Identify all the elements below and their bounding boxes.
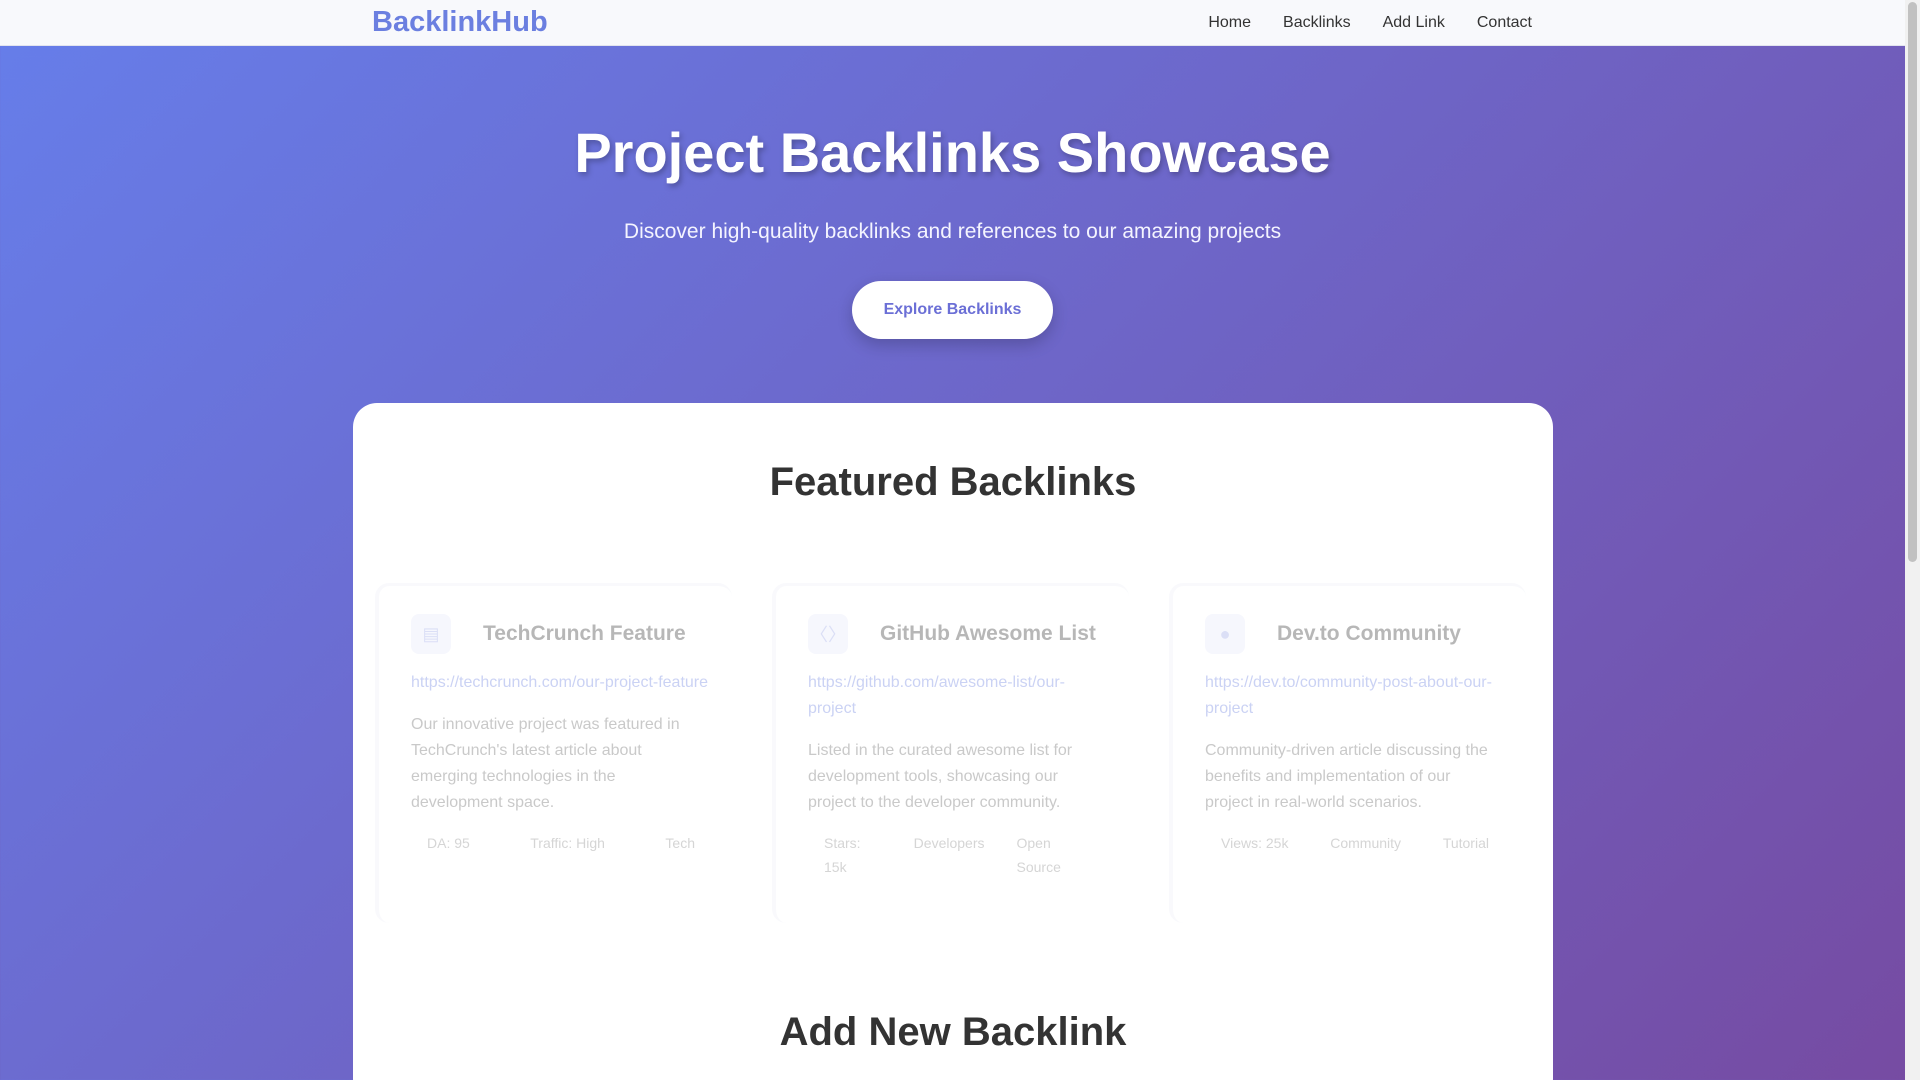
nav-links: Home Backlinks Add Link Contact bbox=[1176, 0, 1532, 46]
nav-link-backlinks[interactable]: Backlinks bbox=[1283, 14, 1351, 32]
card-tag: Tutorial bbox=[1442, 835, 1489, 851]
card-title: GitHub Awesome List bbox=[880, 622, 1096, 645]
card-tag: Stars: 15k bbox=[824, 835, 861, 875]
backlink-card[interactable]: ▤ TechCrunch Feature https://techcrunch.… bbox=[375, 583, 732, 923]
card-tag: Views: 25k bbox=[1221, 835, 1289, 851]
card-tags: Stars: 15k Developers Open Source bbox=[808, 831, 1108, 879]
scrollbar[interactable] bbox=[1905, 0, 1920, 1080]
nav-link-contact[interactable]: Contact bbox=[1477, 14, 1532, 32]
nav-link-add-link[interactable]: Add Link bbox=[1383, 14, 1445, 32]
featured-backlinks-title: Featured Backlinks bbox=[769, 460, 1137, 504]
navbar: BacklinkHub Home Backlinks Add Link Cont… bbox=[0, 0, 1905, 46]
explore-backlinks-button[interactable]: Explore Backlinks bbox=[852, 281, 1053, 339]
card-tag: Open Source bbox=[1016, 835, 1061, 875]
add-backlink-title: Add New Backlink bbox=[779, 1010, 1127, 1054]
card-tag: Developers bbox=[913, 835, 985, 851]
community-icon: ● bbox=[1205, 614, 1245, 654]
hero-title: Project Backlinks Showcase bbox=[574, 121, 1331, 184]
card-title: TechCrunch Feature bbox=[483, 622, 686, 645]
code-icon: 〈〉 bbox=[808, 614, 848, 654]
card-header: ● Dev.to Community bbox=[1205, 614, 1461, 654]
scrollbar-thumb[interactable] bbox=[1908, 2, 1917, 562]
card-tag: DA: 95 bbox=[427, 835, 470, 851]
card-description: Listed in the curated awesome list for d… bbox=[808, 742, 1073, 811]
newspaper-icon: ▤ bbox=[411, 614, 451, 654]
backlink-card[interactable]: ● Dev.to Community https://dev.to/commun… bbox=[1169, 583, 1526, 923]
card-description: Community-driven article discussing the … bbox=[1205, 742, 1488, 811]
card-tags: DA: 95 Traffic: High Tech bbox=[411, 831, 711, 855]
card-tags: Views: 25k Community Tutorial bbox=[1205, 831, 1505, 855]
card-tag: Tech bbox=[665, 835, 695, 851]
backlink-card[interactable]: 〈〉 GitHub Awesome List https://github.co… bbox=[772, 583, 1129, 923]
nav-link-home[interactable]: Home bbox=[1208, 14, 1251, 32]
card-url-link[interactable]: https://techcrunch.com/our-project-featu… bbox=[411, 670, 711, 696]
card-header: 〈〉 GitHub Awesome List bbox=[808, 614, 1096, 654]
card-tag: Community bbox=[1330, 835, 1402, 851]
card-tag: Traffic: High bbox=[530, 835, 605, 851]
hero-subtitle: Discover high-quality backlinks and refe… bbox=[623, 220, 1282, 243]
card-title: Dev.to Community bbox=[1277, 622, 1461, 645]
card-header: ▤ TechCrunch Feature bbox=[411, 614, 686, 654]
main-panel: Featured Backlinks ▤ TechCrunch Feature … bbox=[353, 403, 1553, 1080]
card-url-link[interactable]: https://github.com/awesome-list/our-proj… bbox=[808, 670, 1108, 722]
card-url-link[interactable]: https://dev.to/community-post-about-our-… bbox=[1205, 670, 1505, 722]
card-description: Our innovative project was featured in T… bbox=[411, 716, 680, 811]
site-logo[interactable]: BacklinkHub bbox=[372, 6, 548, 39]
